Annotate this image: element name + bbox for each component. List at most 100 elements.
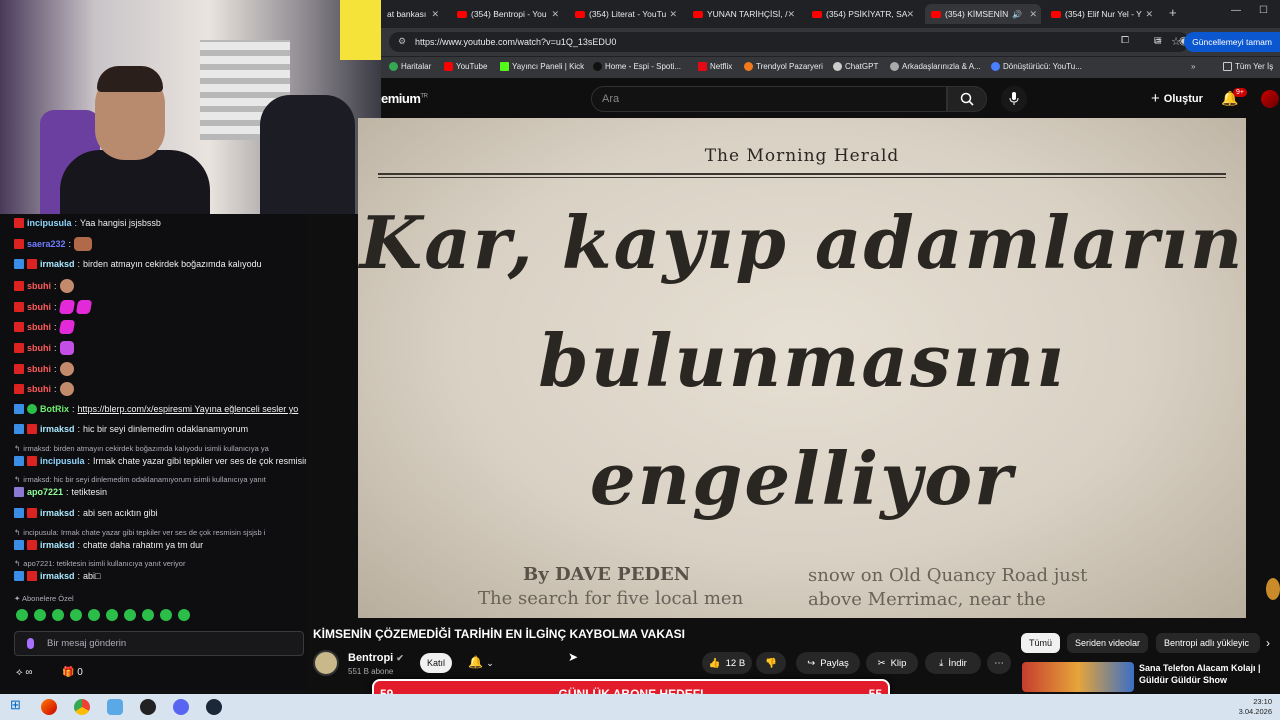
subscribers-only-label[interactable]: ✦ Abonelere Özel xyxy=(14,594,74,603)
bookmark-kick[interactable]: Yayıncı Paneli | Kick xyxy=(500,62,584,71)
channel-avatar[interactable] xyxy=(313,650,339,676)
download-button[interactable]: ⤓ İndir xyxy=(925,652,981,674)
bookmark-chatgpt[interactable]: ChatGPT xyxy=(833,62,878,71)
system-clock[interactable]: 23:10 3.04.2026 xyxy=(1239,697,1272,717)
browser-tab[interactable]: (354) Bentropi - You ✕ xyxy=(451,4,563,24)
steam-icon[interactable] xyxy=(206,699,222,715)
emote-button[interactable] xyxy=(34,609,46,621)
points-icon[interactable]: ⟡ ∞ xyxy=(16,667,33,678)
browser-tab[interactable]: (354) Elif Nur Yel - Y ✕ xyxy=(1045,4,1157,24)
new-tab-button[interactable]: + xyxy=(1169,5,1177,20)
search-input[interactable]: Ara xyxy=(591,86,947,112)
site-info-icon[interactable]: ⚙ xyxy=(398,36,406,47)
bookmark-youtube[interactable]: YouTube xyxy=(444,62,487,71)
bookmark-spotify[interactable]: Home - Espi - Spoti... xyxy=(593,62,681,71)
chat-message: sbuhi: xyxy=(14,300,92,314)
dislike-button[interactable]: 👎 xyxy=(756,652,786,674)
clip-button[interactable]: ✂ Klip xyxy=(866,652,918,674)
chat-message: irmaksd: birden atmayın cekirdek boğazımd… xyxy=(14,259,262,269)
filter-chip-uploader[interactable]: Bentropi adlı yükleyic xyxy=(1156,633,1260,653)
emote-button[interactable] xyxy=(160,609,172,621)
browser-tab[interactable]: (354) PSİKİYATR, SA ✕ xyxy=(806,4,918,24)
update-button[interactable]: Güncellemeyi tamam xyxy=(1184,32,1280,52)
reply-icon: ↰ xyxy=(14,475,21,484)
close-icon[interactable]: ✕ xyxy=(551,9,559,20)
bookmark-all[interactable]: Tüm Yer İş xyxy=(1223,62,1273,71)
chat-message: sbuhi: xyxy=(14,362,74,376)
close-icon[interactable]: ✕ xyxy=(669,9,677,20)
discord-icon[interactable] xyxy=(173,699,189,715)
browser-tab[interactable]: at bankası ✕ xyxy=(381,4,443,24)
browser-tab[interactable]: (354) Literat - YouTu ✕ xyxy=(569,4,681,24)
url-input[interactable]: ⚙ https://www.youtube.com/watch?v=u1Q_13… xyxy=(389,32,1189,52)
maximize-button[interactable]: ☐ xyxy=(1259,5,1268,16)
search-button[interactable] xyxy=(947,86,987,112)
firefox-icon[interactable] xyxy=(41,699,57,715)
browser-tab-active[interactable]: (354) KİMSENİN 🔊 ✕ xyxy=(925,4,1041,24)
verified-icon: ✔ xyxy=(396,653,404,663)
file-explorer-icon[interactable] xyxy=(107,699,123,715)
minimize-button[interactable]: — xyxy=(1231,5,1241,16)
obs-icon[interactable] xyxy=(140,699,156,715)
voice-search-button[interactable] xyxy=(1001,86,1027,112)
recommended-thumbnail[interactable] xyxy=(1022,662,1134,692)
emote-button[interactable] xyxy=(178,609,190,621)
join-button[interactable]: Katıl xyxy=(420,653,452,673)
share-button[interactable]: ↪ Paylaş xyxy=(796,652,860,674)
chat-panel: incipusula: Yaa hangisi jsjsbssb saera232… xyxy=(0,214,306,690)
youtube-logo[interactable]: emiumTR xyxy=(381,91,428,106)
chrome-icon[interactable] xyxy=(74,699,90,715)
close-icon[interactable]: ✕ xyxy=(1029,9,1037,20)
bookmark-converter[interactable]: Dönüştürücü: YouTu... xyxy=(991,62,1082,71)
bookmark-trendyol[interactable]: Trendyol Pazaryeri xyxy=(744,62,823,71)
close-icon[interactable]: ✕ xyxy=(787,9,795,20)
youtube-icon xyxy=(444,62,453,71)
os-taskbar: ⊞ 23:10 3.04.2026 xyxy=(0,694,1280,720)
youtube-icon xyxy=(812,10,822,18)
recommended-title[interactable]: Sana Telefon Alacam Kolajı | Güldür Güld… xyxy=(1139,662,1279,686)
bookmarks-overflow-icon[interactable]: » xyxy=(1191,62,1195,71)
filter-chip-series[interactable]: Seriden videolar xyxy=(1067,633,1149,653)
tab-search-icon[interactable]: ≡ xyxy=(1156,35,1162,46)
close-icon[interactable]: ✕ xyxy=(1145,9,1153,20)
bookmark-friends[interactable]: Arkadaşlarınızla & A... xyxy=(890,62,981,71)
emote-button[interactable] xyxy=(16,609,28,621)
like-button[interactable]: 👍 12 B xyxy=(702,652,752,674)
emote-button[interactable] xyxy=(70,609,82,621)
close-icon[interactable]: ✕ xyxy=(431,9,439,20)
emote-button[interactable] xyxy=(88,609,100,621)
speaker-icon[interactable]: 🔊 xyxy=(1012,10,1022,19)
vip-badge xyxy=(14,259,24,269)
emote-button[interactable] xyxy=(142,609,154,621)
download-icon: ⤓ xyxy=(939,657,944,669)
subscription-bell-button[interactable]: 🔔 ⌄ xyxy=(468,655,494,669)
extensions-icon[interactable]: ⧠ xyxy=(1121,35,1129,46)
star-icon: ✦ xyxy=(14,594,21,603)
chevron-right-icon[interactable]: › xyxy=(1266,636,1270,650)
create-button[interactable]: + Oluştur xyxy=(1151,90,1203,107)
filter-chip-all[interactable]: Tümü xyxy=(1021,633,1061,653)
video-player[interactable]: The Morning Herald Kar, kayıp adamların … xyxy=(358,118,1246,618)
close-icon[interactable]: ✕ xyxy=(906,9,914,20)
account-avatar[interactable] xyxy=(1261,90,1279,108)
headline-line-1: Kar, kayıp adamların xyxy=(359,200,1245,285)
chat-message: sbuhi: xyxy=(14,382,74,396)
browser-tab[interactable]: YUNAN TARİHÇİSİ, / ✕ xyxy=(687,4,799,24)
bookmark-netflix[interactable]: Netflix xyxy=(698,62,732,71)
more-button[interactable]: ⋯ xyxy=(987,652,1011,674)
share-icon: ↪ xyxy=(807,657,816,669)
chat-message: saera232: xyxy=(14,237,93,251)
emote-button[interactable] xyxy=(52,609,64,621)
chat-input[interactable]: Bir mesaj gönderin xyxy=(14,631,304,656)
chat-message: irmaksd: abi sen acıktın gibi xyxy=(14,508,158,518)
emote-button[interactable] xyxy=(124,609,136,621)
bookmarks-bar: Haritalar YouTube Yayıncı Paneli | Kick … xyxy=(381,56,1280,78)
kick-icon xyxy=(500,62,509,71)
emote-pink xyxy=(58,320,75,334)
reply-context: ↰ irmaksd: birden atmayın cekirdek boğazı… xyxy=(14,444,269,453)
channel-name[interactable]: Bentropi ✔ xyxy=(348,652,404,664)
bookmark-maps[interactable]: Haritalar xyxy=(389,62,431,71)
microphone-icon[interactable] xyxy=(27,638,34,649)
emote-button[interactable] xyxy=(106,609,118,621)
start-icon[interactable]: ⊞ xyxy=(10,697,26,713)
